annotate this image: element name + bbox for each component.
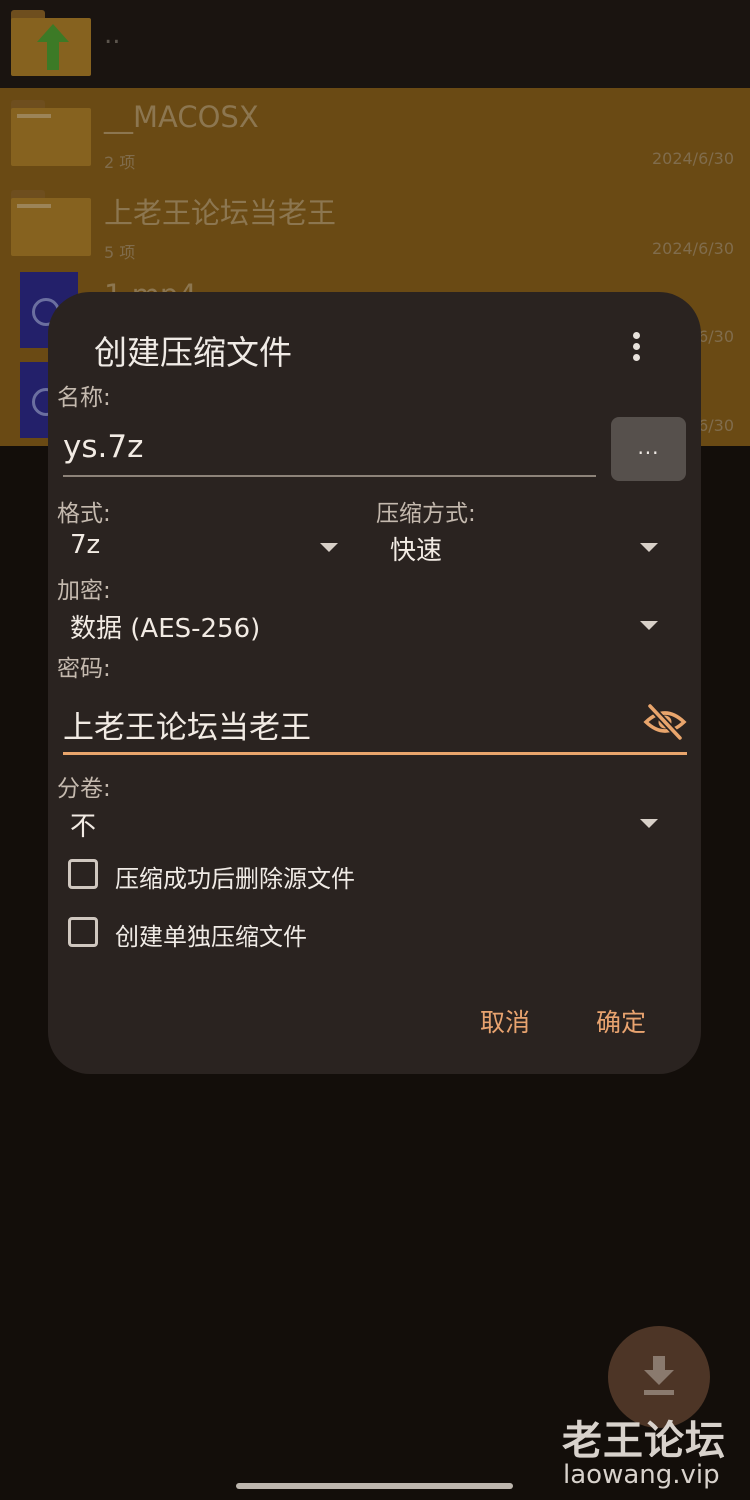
create-archive-dialog: 创建压缩文件 名称: ys.7z ... 格式: 7z 压缩方式: 快速 加密:…: [48, 292, 701, 1074]
format-dropdown-icon: [320, 543, 338, 552]
download-icon: [644, 1356, 674, 1395]
password-input[interactable]: 上老王论坛当老王: [63, 692, 687, 755]
list-item[interactable]: __MACOSX 2 项 2024/6/30: [0, 88, 750, 178]
more-options-icon[interactable]: [618, 326, 654, 366]
folder-icon: [11, 190, 91, 256]
home-indicator[interactable]: [236, 1483, 513, 1489]
split-dropdown-icon: [640, 819, 658, 828]
format-label: 格式:: [57, 501, 111, 527]
archive-name-input[interactable]: ys.7z: [63, 417, 596, 477]
method-label: 压缩方式:: [376, 501, 476, 527]
item-count: 2 项: [104, 153, 136, 172]
method-value: 快速: [390, 536, 443, 566]
eye-off-icon[interactable]: [643, 702, 687, 742]
folder-icon: [11, 100, 91, 166]
item-name: __MACOSX: [104, 100, 259, 134]
method-dropdown-icon: [640, 543, 658, 552]
split-value: 不: [70, 812, 97, 842]
encryption-value: 数据 (AES-256): [70, 614, 261, 644]
watermark-title: 老王论坛: [562, 1418, 726, 1464]
delete-source-label: 压缩成功后删除源文件: [115, 865, 355, 893]
password-label: 密码:: [57, 656, 111, 682]
encryption-label: 加密:: [57, 578, 111, 604]
item-count: 5 项: [104, 243, 136, 262]
separate-archive-checkbox[interactable]: [68, 917, 98, 947]
cancel-button[interactable]: 取消: [480, 1003, 530, 1039]
archive-name-value: ys.7z: [63, 429, 144, 465]
parent-folder-label: ..: [104, 20, 121, 50]
item-date: 2024/6/30: [651, 239, 734, 258]
list-item[interactable]: 上老王论坛当老王 5 项 2024/6/30: [0, 178, 750, 268]
name-label: 名称:: [57, 385, 111, 411]
item-name: 上老王论坛当老王: [104, 196, 337, 230]
ok-button[interactable]: 确定: [596, 1003, 646, 1039]
split-label: 分卷:: [57, 776, 111, 802]
delete-source-checkbox[interactable]: [68, 859, 98, 889]
password-value: 上老王论坛当老王: [63, 710, 311, 746]
item-date: 2024/6/30: [651, 149, 734, 168]
dialog-title: 创建压缩文件: [94, 333, 292, 372]
parent-folder-row[interactable]: ..: [0, 0, 750, 88]
separate-archive-label: 创建单独压缩文件: [115, 923, 307, 951]
encryption-dropdown-icon: [640, 621, 658, 630]
parent-folder-icon: [11, 10, 91, 76]
watermark-url: laowang.vip: [563, 1460, 720, 1490]
format-value: 7z: [70, 530, 101, 560]
browse-button-label: ...: [637, 435, 660, 459]
browse-button[interactable]: ...: [611, 417, 686, 481]
